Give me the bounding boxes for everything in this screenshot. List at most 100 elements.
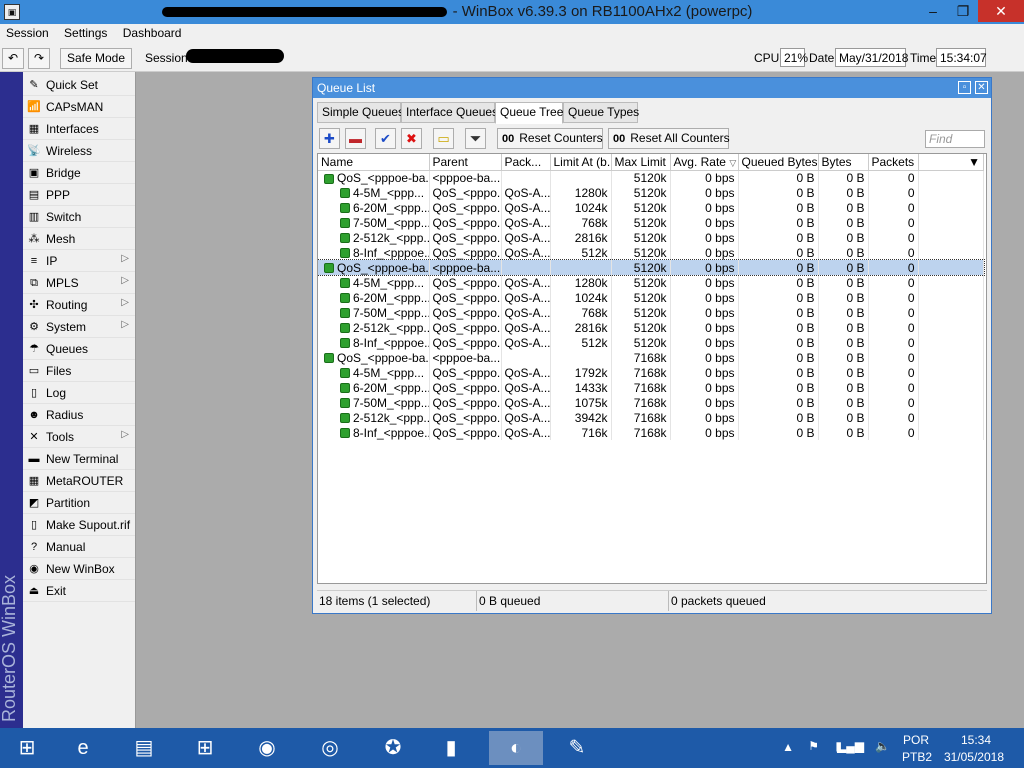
table-row[interactable]: QoS_<pppoe-ba... <pppoe-ba... 5120k 0 bps 0 …	[318, 170, 984, 185]
cmd-icon[interactable]: ▮	[424, 731, 478, 765]
col-queued-bytes[interactable]: Queued Bytes	[738, 154, 819, 171]
language-label[interactable]: POR	[903, 733, 929, 747]
sidebar-item-tools[interactable]: ✕ Tools ▷	[23, 426, 135, 448]
table-row[interactable]: 4-5M_<ppp... QoS_<pppo... QoS-A... 1792k 716…	[318, 365, 984, 380]
reset-counters-button[interactable]: 00 Reset Counters	[497, 128, 603, 149]
cell-pack: QoS-A...	[501, 290, 551, 305]
disable-icon[interactable]: ✖	[401, 128, 422, 149]
table-row[interactable]: QoS_<pppoe-ba... <pppoe-ba... 7168k 0 bps 0 …	[318, 350, 984, 365]
chrome-icon[interactable]: ◎	[303, 731, 357, 765]
sidebar-item-mpls[interactable]: ⧉ MPLS ▷	[23, 272, 135, 294]
start-icon[interactable]: ⊞	[0, 731, 54, 765]
clock-date[interactable]: 31/05/2018	[944, 750, 1004, 764]
table-row[interactable]: 6-20M_<ppp... QoS_<pppo... QoS-A... 1024k 51…	[318, 200, 984, 215]
cell-limit-at: 768k	[550, 215, 612, 230]
safe-mode-button[interactable]: Safe Mode	[60, 48, 132, 69]
menu-settings[interactable]: Settings	[58, 24, 113, 42]
table-row[interactable]: 2-512k_<ppp... QoS_<pppo... QoS-A... 2816k 5…	[318, 320, 984, 335]
sidebar-item-switch[interactable]: ▥ Switch	[23, 206, 135, 228]
layout-label[interactable]: PTB2	[902, 750, 932, 764]
filter-icon[interactable]: ⏷	[465, 128, 486, 149]
maximize-button[interactable]: ❐	[948, 0, 978, 22]
add-icon[interactable]: ✚	[319, 128, 340, 149]
table-row[interactable]: 2-512k_<ppp... QoS_<pppo... QoS-A... 3942k 7…	[318, 410, 984, 425]
store-icon[interactable]: ⊞	[178, 731, 232, 765]
network-icon[interactable]: ▂▄▆	[837, 739, 864, 753]
remove-icon[interactable]: ▬	[345, 128, 366, 149]
col-max-limit[interactable]: Max Limit ...	[611, 154, 671, 171]
table-row[interactable]: QoS_<pppoe-ba... <pppoe-ba... 5120k 0 bps 0 …	[318, 259, 985, 276]
table-row[interactable]: 8-Inf_<pppoe... QoS_<pppo... QoS-A... 512k 5…	[318, 335, 984, 350]
sidebar-item-system[interactable]: ⚙ System ▷	[23, 316, 135, 338]
table-row[interactable]: 7-50M_<ppp... QoS_<pppo... QoS-A... 768k 512…	[318, 305, 984, 320]
redo-icon[interactable]: ↷	[28, 48, 50, 69]
sidebar-item-ppp[interactable]: ▤ PPP	[23, 184, 135, 206]
col-avg-rate[interactable]: Avg. Rate ▽	[670, 154, 739, 171]
table-row[interactable]: 6-20M_<ppp... QoS_<pppo... QoS-A... 1433k 71…	[318, 380, 984, 395]
col-avg-rate-label: Avg. Rate	[673, 154, 726, 169]
volume-icon[interactable]: 🔈	[875, 739, 890, 753]
queue-window-close-icon[interactable]: ✕	[975, 81, 988, 94]
clock-time[interactable]: 15:34	[961, 733, 991, 747]
sidebar-item-radius[interactable]: ☻ Radius	[23, 404, 135, 426]
explorer-icon[interactable]: ▤	[117, 731, 171, 765]
table-row[interactable]: 7-50M_<ppp... QoS_<pppo... QoS-A... 768k 512…	[318, 215, 984, 230]
sidebar-item-mesh[interactable]: ⁂ Mesh	[23, 228, 135, 250]
paint-icon[interactable]: ✎	[550, 731, 604, 765]
undo-icon[interactable]: ↶	[2, 48, 24, 69]
sidebar-item-manual[interactable]: ? Manual	[23, 536, 135, 558]
sidebar-item-wireless[interactable]: 📡 Wireless	[23, 140, 135, 162]
sidebar-item-make-supout-rif[interactable]: ▯ Make Supout.rif	[23, 514, 135, 536]
col-name[interactable]: Name	[318, 154, 430, 171]
firefox-icon[interactable]: ◉	[240, 731, 294, 765]
tab-simple-queues[interactable]: Simple Queues	[317, 102, 404, 123]
menu-session[interactable]: Session	[0, 24, 55, 42]
col-bytes[interactable]: Bytes	[818, 154, 869, 171]
col-parent[interactable]: Parent	[429, 154, 502, 171]
table-row[interactable]: 4-5M_<ppp... QoS_<pppo... QoS-A... 1280k 512…	[318, 185, 984, 200]
sidebar-item-ip[interactable]: ≡ IP ▷	[23, 250, 135, 272]
column-chooser[interactable]: ▼	[918, 154, 984, 171]
sidebar-item-interfaces[interactable]: ▦ Interfaces	[23, 118, 135, 140]
col-limit-at[interactable]: Limit At (b...	[550, 154, 612, 171]
sidebar-item-capsman[interactable]: 📶 CAPsMAN	[23, 96, 135, 118]
cell-limit-at: 716k	[550, 425, 612, 440]
sidebar-item-new-terminal[interactable]: ▬ New Terminal	[23, 448, 135, 470]
sidebar-item-quick-set[interactable]: ✎ Quick Set	[23, 74, 135, 96]
table-row[interactable]: 8-Inf_<pppoe... QoS_<pppo... QoS-A... 716k 7…	[318, 425, 984, 440]
cell-queued: 0 B	[738, 260, 819, 275]
table-row[interactable]: 8-Inf_<pppoe... QoS_<pppo... QoS-A... 512k 5…	[318, 245, 984, 260]
sidebar-item-log[interactable]: ▯ Log	[23, 382, 135, 404]
winbox-task-icon[interactable]: ◐	[489, 731, 543, 765]
app-red-icon[interactable]: ✪	[366, 731, 420, 765]
ie-icon[interactable]: e	[56, 731, 110, 765]
sidebar-item-partition[interactable]: ◩ Partition	[23, 492, 135, 514]
close-button[interactable]: ✕	[978, 0, 1024, 22]
sidebar-item-bridge[interactable]: ▣ Bridge	[23, 162, 135, 184]
tray-arrow-icon[interactable]: ▲	[782, 740, 794, 754]
reset-all-counters-button[interactable]: 00 Reset All Counters	[608, 128, 730, 149]
flag-icon[interactable]: ⚑	[808, 739, 819, 753]
cell-parent: QoS_<pppo...	[429, 380, 502, 395]
col-packet-marks[interactable]: Pack...	[501, 154, 551, 171]
comment-icon[interactable]: ▭	[433, 128, 454, 149]
sidebar-item-files[interactable]: ▭ Files	[23, 360, 135, 382]
tab-queue-types[interactable]: Queue Types	[563, 102, 639, 123]
menu-dashboard[interactable]: Dashboard	[117, 24, 188, 42]
table-row[interactable]: 6-20M_<ppp... QoS_<pppo... QoS-A... 1024k 51…	[318, 290, 984, 305]
sidebar-item-metarouter[interactable]: ▦ MetaROUTER	[23, 470, 135, 492]
sidebar-item-new-winbox[interactable]: ◉ New WinBox	[23, 558, 135, 580]
minimize-button[interactable]: –	[918, 0, 948, 22]
sidebar-item-exit[interactable]: ⏏ Exit	[23, 580, 135, 602]
enable-icon[interactable]: ✔	[375, 128, 396, 149]
sidebar-item-routing[interactable]: ✣ Routing ▷	[23, 294, 135, 316]
table-row[interactable]: 2-512k_<ppp... QoS_<pppo... QoS-A... 2816k 5…	[318, 230, 984, 245]
tab-queue-tree[interactable]: Queue Tree	[495, 102, 563, 124]
col-packets[interactable]: Packets	[868, 154, 919, 171]
tab-interface-queues[interactable]: Interface Queues	[401, 102, 498, 123]
find-input[interactable]: Find	[925, 130, 985, 148]
queue-window-maximize-icon[interactable]: ▫	[958, 81, 971, 94]
table-row[interactable]: 4-5M_<ppp... QoS_<pppo... QoS-A... 1280k 512…	[318, 275, 984, 290]
table-row[interactable]: 7-50M_<ppp... QoS_<pppo... QoS-A... 1075k 71…	[318, 395, 984, 410]
sidebar-item-queues[interactable]: ☂ Queues	[23, 338, 135, 360]
